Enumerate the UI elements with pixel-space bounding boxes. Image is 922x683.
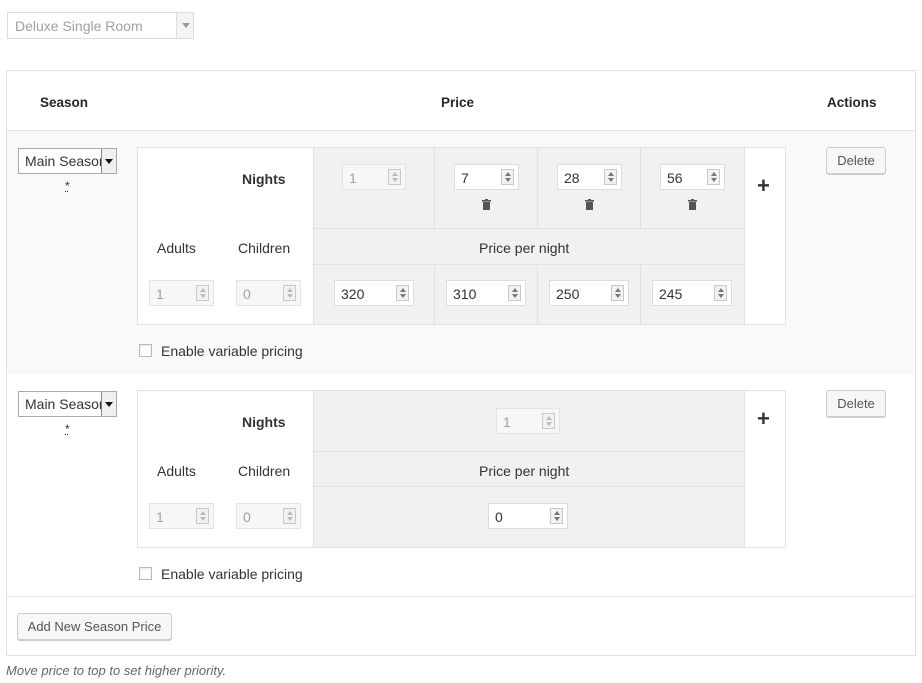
chevron-down-icon [176, 13, 193, 38]
spinner[interactable] [508, 285, 521, 301]
plus-icon[interactable]: + [757, 408, 770, 430]
season-select-value: Main Season [25, 153, 107, 169]
header-season: Season [40, 95, 89, 110]
nights-input-1: 1 [342, 164, 406, 190]
price-per-night-label: Price per night [479, 240, 570, 256]
adults-input: 1 [149, 503, 214, 529]
spinner[interactable] [550, 508, 563, 524]
add-season-price-button[interactable]: Add New Season Price [17, 613, 172, 640]
children-label: Children [238, 240, 291, 256]
variable-pricing-label-2[interactable]: Enable variable pricing [161, 566, 303, 582]
nights-input-2[interactable]: 7 [454, 164, 519, 190]
trash-icon[interactable] [585, 199, 594, 210]
season-select-2[interactable]: Main Season [18, 391, 117, 417]
price-input-3[interactable]: 250 [549, 280, 629, 306]
header-price: Price [441, 95, 475, 110]
chevron-down-icon [101, 149, 116, 173]
children-input: 0 [236, 280, 301, 306]
footer-divider [7, 596, 915, 597]
price-input-1[interactable]: 0 [488, 503, 568, 529]
variable-pricing-label-1[interactable]: Enable variable pricing [161, 343, 303, 359]
price-per-night-label: Price per night [479, 463, 570, 479]
room-type-value: Deluxe Single Room [15, 18, 143, 34]
nights-label: Nights [242, 171, 286, 187]
price-grid-2: Nights Adults Children Price per night 1… [137, 390, 786, 548]
room-type-select[interactable]: Deluxe Single Room [7, 12, 194, 39]
variable-pricing-checkbox-1[interactable] [139, 344, 152, 357]
spinner[interactable] [714, 285, 727, 301]
season-prices-table: Season Price Actions Main Season * Night… [6, 70, 916, 656]
nights-input-3[interactable]: 28 [557, 164, 622, 190]
required-marker: * [65, 422, 70, 436]
plus-icon[interactable]: + [757, 175, 770, 197]
priority-hint: Move price to top to set higher priority… [6, 663, 227, 678]
adults-label: Adults [157, 463, 196, 479]
adults-input: 1 [149, 280, 214, 306]
spinner[interactable] [604, 169, 617, 185]
season-select-value: Main Season [25, 396, 107, 412]
variable-pricing-checkbox-2[interactable] [139, 567, 152, 580]
spinner[interactable] [501, 169, 514, 185]
nights-label: Nights [242, 414, 286, 430]
price-grid-1: Nights Adults Children Price per night 1… [137, 147, 786, 325]
price-input-2[interactable]: 310 [446, 280, 526, 306]
children-input: 0 [236, 503, 301, 529]
spinner[interactable] [707, 169, 720, 185]
season-select-1[interactable]: Main Season [18, 148, 117, 174]
delete-button-2[interactable]: Delete [826, 390, 886, 417]
price-input-1[interactable]: 320 [334, 280, 414, 306]
trash-icon[interactable] [482, 199, 491, 210]
chevron-down-icon [101, 392, 116, 416]
spinner[interactable] [611, 285, 624, 301]
nights-input-4[interactable]: 56 [660, 164, 725, 190]
price-input-4[interactable]: 245 [652, 280, 732, 306]
trash-icon[interactable] [688, 199, 697, 210]
nights-input-1: 1 [496, 408, 560, 434]
adults-label: Adults [157, 240, 196, 256]
required-marker: * [65, 179, 70, 193]
delete-button-1[interactable]: Delete [826, 147, 886, 174]
header-actions: Actions [827, 95, 877, 110]
spinner[interactable] [396, 285, 409, 301]
children-label: Children [238, 463, 291, 479]
